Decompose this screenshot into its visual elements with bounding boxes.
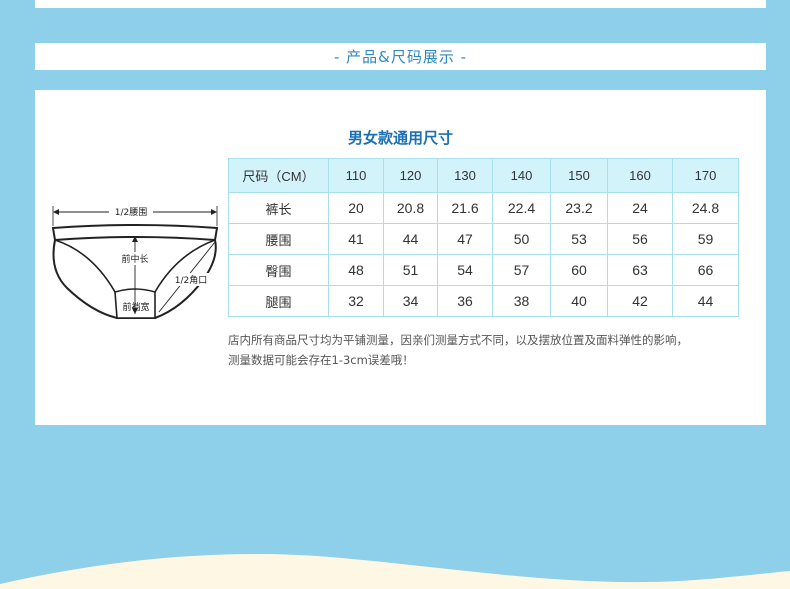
table-cell: 60	[550, 254, 608, 286]
measurement-note: 店内所有商品尺寸均为平铺测量，因亲们测量方式不同，以及摆放位置及面料弹性的影响，…	[228, 330, 758, 370]
table-cell: 57	[492, 254, 551, 286]
table-cell: 48	[328, 254, 384, 286]
waist-label: 1/2腰围	[115, 207, 148, 218]
table-cell: 54	[437, 254, 493, 286]
table-cell: 24	[607, 192, 673, 224]
header-cell: 120	[383, 158, 438, 193]
table-cell: 56	[607, 223, 673, 255]
table-cell: 40	[550, 285, 608, 317]
table-cell: 41	[328, 223, 384, 255]
header-cell: 170	[672, 158, 739, 193]
section-banner: - 产品&尺码展示 -	[35, 43, 766, 70]
header-cell: 150	[550, 158, 608, 193]
table-cell: 24.8	[672, 192, 739, 224]
table-cell: 20	[328, 192, 384, 224]
table-cell: 42	[607, 285, 673, 317]
row-label: 裤长	[228, 192, 329, 224]
section-banner-title: - 产品&尺码展示 -	[333, 48, 468, 66]
table-cell: 51	[383, 254, 438, 286]
table-cell: 63	[607, 254, 673, 286]
header-cell: 130	[437, 158, 493, 193]
measurement-note-line-2: 测量数据可能会存在1-3cm误差哦！	[228, 353, 414, 367]
table-cell: 22.4	[492, 192, 551, 224]
table-cell: 47	[437, 223, 493, 255]
table-cell: 50	[492, 223, 551, 255]
front-rise-label: 前中长	[121, 253, 148, 265]
bottom-wave-shape	[0, 554, 790, 589]
size-chart-title: 男女款通用尺寸	[347, 129, 453, 147]
header-cell: 140	[492, 158, 551, 193]
header-cell: 尺码（CM）	[228, 158, 329, 193]
header-cell: 110	[328, 158, 384, 193]
table-row: 臀围 48 51 54 57 60 63 66	[228, 254, 739, 286]
table-cell: 44	[383, 223, 438, 255]
table-cell: 44	[672, 285, 739, 317]
briefs-measurement-diagram: 1/2腰围 前中长 1/2角口 前裆宽	[51, 205, 219, 319]
bottom-wave	[0, 554, 790, 589]
row-label: 腿围	[228, 285, 329, 317]
table-cell: 32	[328, 285, 384, 317]
row-label: 臀围	[228, 254, 329, 286]
table-cell: 38	[492, 285, 551, 317]
table-cell: 36	[437, 285, 493, 317]
table-row: 腰围 41 44 47 50 53 56 59	[228, 223, 739, 255]
table-cell: 66	[672, 254, 739, 286]
table-row: 裤长 20 20.8 21.6 22.4 23.2 24 24.8	[228, 192, 739, 224]
leg-opening-label: 1/2角口	[175, 274, 208, 286]
table-cell: 21.6	[437, 192, 493, 224]
size-table-header: 尺码（CM） 110 120 130 140 150 160 170	[228, 158, 739, 193]
size-panel: 男女款通用尺寸 1/2腰围 前中长 1/2角口 前裆宽 尺码（CM） 110 1…	[35, 90, 766, 425]
header-cell: 160	[607, 158, 673, 193]
table-cell: 23.2	[550, 192, 608, 224]
table-cell: 59	[672, 223, 739, 255]
table-row: 腿围 32 34 36 38 40 42 44	[228, 285, 739, 317]
row-label: 腰围	[228, 223, 329, 255]
table-cell: 20.8	[383, 192, 438, 224]
top-strip	[35, 0, 766, 8]
size-table: 尺码（CM） 110 120 130 140 150 160 170 裤长 20…	[228, 158, 739, 317]
table-cell: 53	[550, 223, 608, 255]
table-cell: 34	[383, 285, 438, 317]
measurement-note-line-1: 店内所有商品尺寸均为平铺测量，因亲们测量方式不同，以及摆放位置及面料弹性的影响，	[228, 333, 688, 347]
crotch-width-label: 前裆宽	[122, 301, 149, 313]
